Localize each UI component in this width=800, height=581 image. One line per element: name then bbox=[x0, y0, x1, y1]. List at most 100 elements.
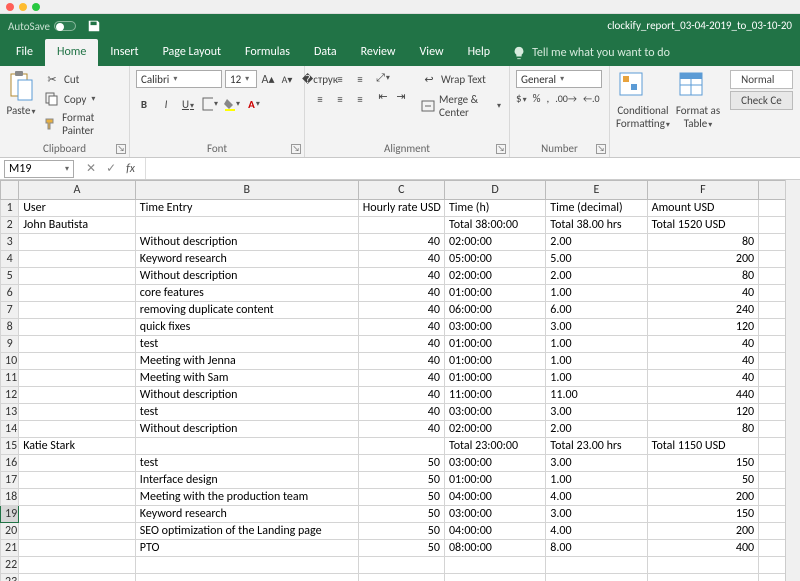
formula-input[interactable] bbox=[145, 158, 800, 179]
cell[interactable] bbox=[759, 200, 800, 217]
window-minimize-icon[interactable] bbox=[19, 3, 27, 11]
row-header[interactable]: 11 bbox=[1, 370, 19, 387]
cell[interactable]: 50 bbox=[358, 506, 444, 523]
cell[interactable]: quick fixes bbox=[135, 319, 358, 336]
cell[interactable]: 40 bbox=[358, 353, 444, 370]
dialog-launcher-icon[interactable]: ↘ bbox=[116, 144, 126, 154]
row-header[interactable]: 22 bbox=[1, 557, 19, 574]
cell[interactable] bbox=[19, 506, 136, 523]
cell[interactable] bbox=[19, 523, 136, 540]
cell[interactable] bbox=[444, 574, 545, 581]
cell[interactable] bbox=[19, 540, 136, 557]
cell[interactable]: Without description bbox=[135, 234, 358, 251]
cell[interactable] bbox=[759, 557, 800, 574]
cell[interactable]: 1.00 bbox=[546, 336, 647, 353]
cell[interactable]: 40 bbox=[358, 336, 444, 353]
cell[interactable]: 05:00:00 bbox=[444, 251, 545, 268]
cell[interactable]: 40 bbox=[358, 404, 444, 421]
cell[interactable] bbox=[546, 574, 647, 581]
cell[interactable]: 80 bbox=[647, 268, 758, 285]
col-header[interactable]: A bbox=[19, 181, 136, 200]
row-header[interactable]: 8 bbox=[1, 319, 19, 336]
decrease-decimal-icon[interactable]: ←.0 bbox=[583, 92, 600, 105]
cell[interactable]: 02:00:00 bbox=[444, 234, 545, 251]
percent-format-icon[interactable]: % bbox=[533, 92, 541, 105]
cell[interactable]: 1.00 bbox=[546, 472, 647, 489]
cell[interactable] bbox=[759, 370, 800, 387]
wrap-text-button[interactable]: ↩ Wrap Text bbox=[419, 70, 503, 88]
cell[interactable]: 40 bbox=[358, 268, 444, 285]
cell[interactable] bbox=[546, 557, 647, 574]
cell[interactable]: 01:00:00 bbox=[444, 472, 545, 489]
cell[interactable]: 200 bbox=[647, 251, 758, 268]
cell[interactable]: 40 bbox=[647, 285, 758, 302]
cell-style-check[interactable]: Check Ce bbox=[730, 91, 793, 110]
tab-review[interactable]: Review bbox=[349, 39, 408, 66]
cell[interactable] bbox=[759, 523, 800, 540]
decrease-font-icon[interactable]: A▾ bbox=[279, 71, 295, 87]
name-box[interactable]: M19 ▾ bbox=[4, 160, 74, 178]
cell[interactable]: 80 bbox=[647, 234, 758, 251]
cell[interactable] bbox=[759, 506, 800, 523]
italic-button[interactable]: I bbox=[158, 98, 174, 111]
cell[interactable]: 01:00:00 bbox=[444, 370, 545, 387]
cell[interactable]: 40 bbox=[358, 285, 444, 302]
select-all-corner[interactable] bbox=[1, 181, 19, 200]
tab-file[interactable]: File bbox=[4, 39, 45, 66]
cell[interactable]: 11.00 bbox=[546, 387, 647, 404]
row-header[interactable]: 12 bbox=[1, 387, 19, 404]
vertical-scrollbar-thumb[interactable] bbox=[788, 190, 798, 330]
cell[interactable]: 40 bbox=[358, 302, 444, 319]
tell-me-search[interactable]: Tell me what you want to do bbox=[512, 46, 670, 66]
cell[interactable]: 80 bbox=[647, 421, 758, 438]
cell[interactable] bbox=[759, 268, 800, 285]
row-header[interactable]: 9 bbox=[1, 336, 19, 353]
cell[interactable]: 03:00:00 bbox=[444, 319, 545, 336]
cell[interactable] bbox=[759, 336, 800, 353]
row-header[interactable]: 23 bbox=[1, 574, 19, 581]
cell[interactable] bbox=[759, 489, 800, 506]
row-header[interactable]: 2 bbox=[1, 217, 19, 234]
cell[interactable]: 150 bbox=[647, 506, 758, 523]
cell[interactable]: 3.00 bbox=[546, 455, 647, 472]
cell[interactable] bbox=[358, 438, 444, 455]
cell[interactable] bbox=[135, 438, 358, 455]
cell[interactable] bbox=[647, 574, 758, 581]
cell[interactable]: 3.00 bbox=[546, 319, 647, 336]
cell[interactable]: 03:00:00 bbox=[444, 455, 545, 472]
cell[interactable] bbox=[759, 404, 800, 421]
row-header[interactable]: 15 bbox=[1, 438, 19, 455]
cell[interactable]: Interface design bbox=[135, 472, 358, 489]
cell[interactable]: Total 23.00 hrs bbox=[546, 438, 647, 455]
tab-help[interactable]: Help bbox=[456, 39, 503, 66]
align-center-icon[interactable]: ≡ bbox=[331, 90, 349, 108]
cell[interactable]: 3.00 bbox=[546, 404, 647, 421]
fill-color-button[interactable]: ▾ bbox=[224, 96, 240, 112]
cell[interactable] bbox=[19, 557, 136, 574]
cell[interactable]: 01:00:00 bbox=[444, 353, 545, 370]
cell[interactable]: Amount USD bbox=[647, 200, 758, 217]
cell[interactable]: 50 bbox=[358, 523, 444, 540]
col-header[interactable]: F bbox=[647, 181, 758, 200]
cell[interactable]: test bbox=[135, 336, 358, 353]
cell[interactable]: 4.00 bbox=[546, 489, 647, 506]
cell[interactable] bbox=[19, 387, 136, 404]
row-header[interactable]: 18 bbox=[1, 489, 19, 506]
save-icon[interactable] bbox=[86, 18, 102, 34]
cell[interactable] bbox=[759, 353, 800, 370]
merge-center-button[interactable]: Merge & Center▾ bbox=[419, 92, 503, 120]
cell[interactable] bbox=[19, 353, 136, 370]
tab-formulas[interactable]: Formulas bbox=[233, 39, 302, 66]
increase-font-icon[interactable]: A▴ bbox=[260, 71, 276, 87]
cell[interactable]: 120 bbox=[647, 319, 758, 336]
cell[interactable]: 50 bbox=[358, 455, 444, 472]
cell[interactable]: 400 bbox=[647, 540, 758, 557]
cell[interactable]: Without description bbox=[135, 421, 358, 438]
col-header[interactable]: D bbox=[444, 181, 545, 200]
cell[interactable]: Keyword research bbox=[135, 506, 358, 523]
cell[interactable]: 02:00:00 bbox=[444, 421, 545, 438]
tab-data[interactable]: Data bbox=[302, 39, 349, 66]
cell[interactable]: Without description bbox=[135, 387, 358, 404]
cell[interactable] bbox=[19, 285, 136, 302]
cut-button[interactable]: ✂ Cut bbox=[42, 70, 123, 88]
